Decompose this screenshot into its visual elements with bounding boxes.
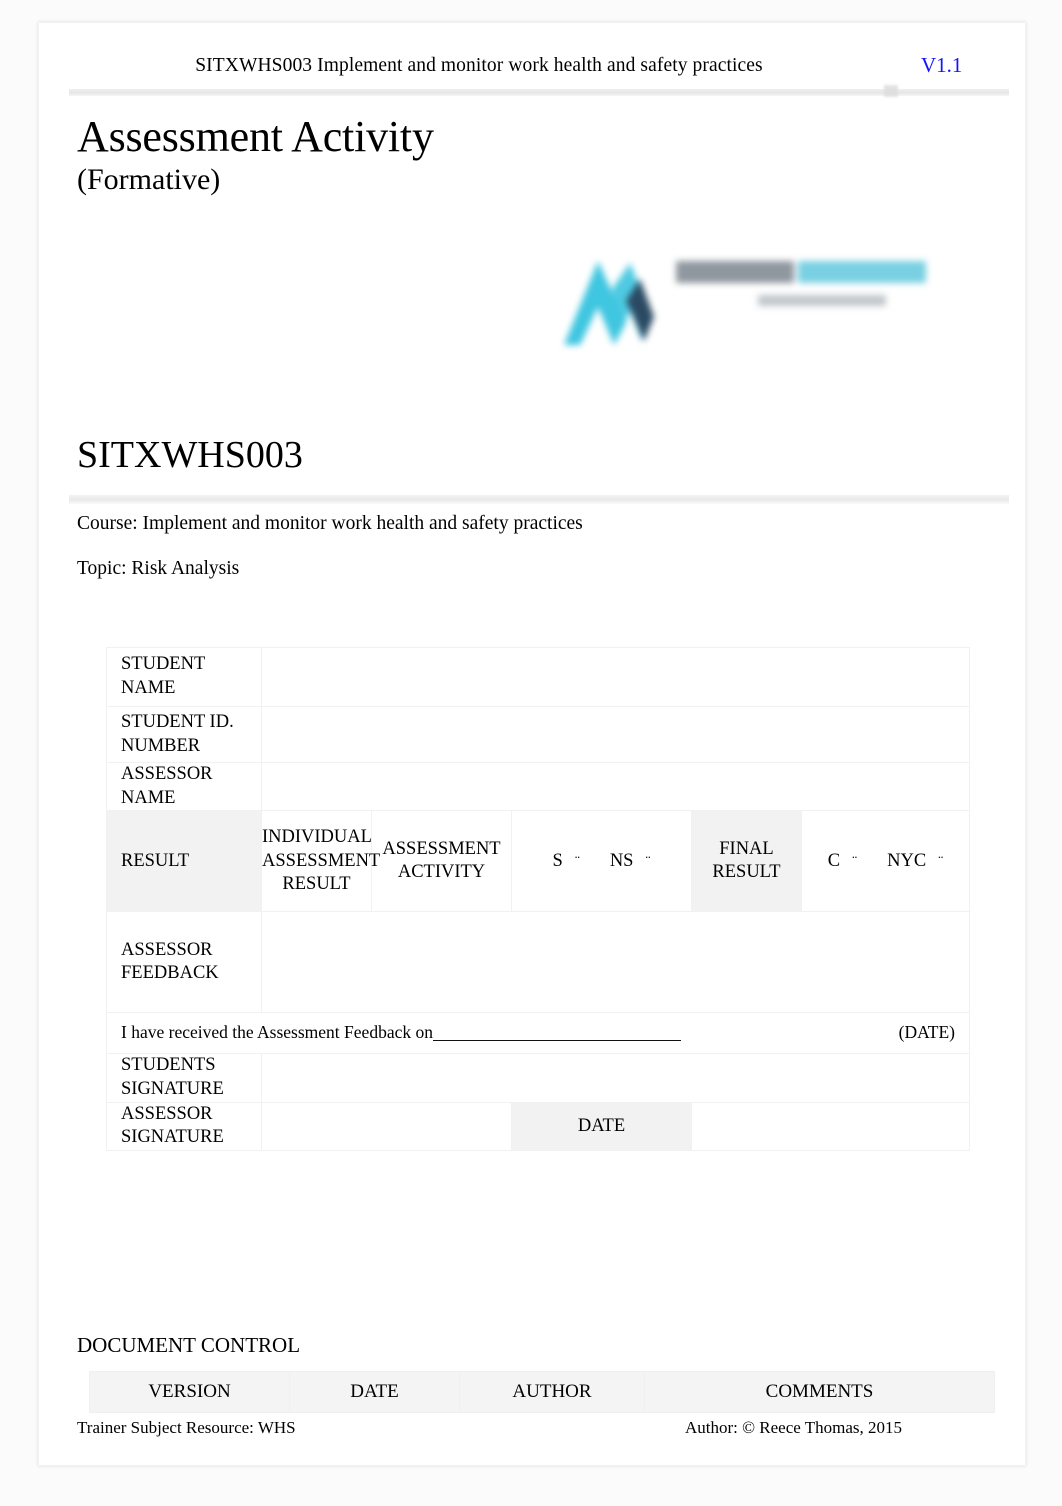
student-name-field[interactable]	[261, 647, 970, 707]
final-result-label: FINAL RESULT	[691, 810, 802, 913]
footer-resource-text: Trainer Subject Resource: WHS	[77, 1418, 296, 1437]
column-header-date: DATE	[289, 1371, 460, 1413]
assessor-name-label: ASSESSOR NAME	[106, 761, 262, 812]
satisfactory-checkbox-group: S ¨ NS ¨	[511, 810, 692, 913]
competency-checkbox-group: C ¨ NYC ¨	[801, 810, 970, 913]
result-label: RESULT	[106, 810, 262, 913]
feedback-received-date-input[interactable]	[432, 1040, 681, 1041]
ns-label: NS	[609, 850, 634, 871]
student-id-label: STUDENT ID. NUMBER	[106, 706, 262, 763]
assessment-cover-table: STUDENT NAME STUDENT ID. NUMBER ASSESSOR…	[106, 647, 970, 1152]
footer-author-text: Author: © Reece Thomas, 2015	[685, 1418, 903, 1437]
table-row-students-signature: STUDENTS SIGNATURE	[106, 1053, 970, 1103]
table-row-student-name: STUDENT NAME	[106, 647, 970, 707]
s-checkbox[interactable]: ¨	[575, 854, 580, 870]
table-row-result: RESULT INDIVIDUAL ASSESSMENT RESULT ASSE…	[106, 810, 970, 913]
assessor-signature-field[interactable]	[261, 1101, 512, 1152]
logo-wordmark	[676, 261, 926, 287]
logo-container	[526, 233, 946, 363]
table-row-assessor-feedback: ASSESSOR FEEDBACK	[106, 911, 970, 1014]
s-label: S	[552, 850, 563, 871]
assessor-date-field[interactable]	[691, 1101, 970, 1152]
assessor-name-field[interactable]	[261, 761, 970, 812]
assessor-signature-label: ASSESSOR SIGNATURE	[106, 1101, 262, 1152]
assessor-feedback-field[interactable]	[261, 911, 970, 1014]
header-unit-title: SITXWHS003 Implement and monitor work he…	[195, 55, 763, 76]
table-row-assessor-name: ASSESSOR NAME	[106, 761, 970, 812]
table-row-student-id: STUDENT ID. NUMBER	[106, 706, 970, 763]
column-header-author: AUTHOR	[459, 1371, 645, 1413]
assessment-activity-label: ASSESSMENT ACTIVITY	[371, 810, 512, 913]
document-control-table: VERSION DATE AUTHOR COMMENTS	[89, 1371, 995, 1413]
topic-line: Topic: Risk Analysis	[77, 558, 240, 579]
student-id-field[interactable]	[261, 706, 970, 763]
logo-mark-icon	[556, 255, 686, 352]
document-footer: Trainer Subject Resource: WHS Author: © …	[77, 1418, 987, 1442]
unit-code-heading: SITXWHS003	[77, 434, 303, 476]
page-background: SITXWHS003 Implement and monitor work he…	[0, 0, 1062, 1506]
nyc-checkbox[interactable]: ¨	[938, 854, 943, 870]
logo-tagline	[758, 295, 886, 306]
ns-checkbox[interactable]: ¨	[645, 854, 650, 870]
assessor-feedback-label: ASSESSOR FEEDBACK	[106, 911, 262, 1014]
c-label: C	[827, 850, 841, 871]
feedback-received-date-label: (DATE)	[898, 1022, 955, 1042]
students-signature-label: STUDENTS SIGNATURE	[106, 1053, 262, 1103]
page-title: Assessment Activity	[77, 112, 434, 161]
feedback-received-cell: (DATE) I have received the Assessment Fe…	[106, 1012, 970, 1055]
course-line: Course: Implement and monitor work healt…	[77, 513, 583, 534]
c-checkbox[interactable]: ¨	[852, 854, 857, 870]
individual-assessment-result-label: INDIVIDUAL ASSESSMENT RESULT	[261, 810, 380, 913]
table-row-feedback-received: (DATE) I have received the Assessment Fe…	[106, 1012, 970, 1055]
header-divider-nub	[884, 85, 898, 97]
header-version-label: V1.1	[921, 53, 963, 77]
table-row-assessor-signature: ASSESSOR SIGNATURE DATE	[106, 1101, 970, 1152]
column-header-version: VERSION	[89, 1371, 290, 1413]
unit-heading-divider	[69, 495, 1009, 504]
student-name-label: STUDENT NAME	[106, 647, 262, 707]
column-header-comments: COMMENTS	[644, 1371, 995, 1413]
document-page: SITXWHS003 Implement and monitor work he…	[38, 22, 1026, 1466]
feedback-received-text: I have received the Assessment Feedback …	[121, 1022, 433, 1042]
document-control-header-row: VERSION DATE AUTHOR COMMENTS	[89, 1371, 995, 1413]
students-signature-field[interactable]	[261, 1053, 970, 1103]
nyc-label: NYC	[887, 850, 927, 871]
assessor-date-label: DATE	[511, 1101, 692, 1152]
document-control-heading: DOCUMENT CONTROL	[77, 1333, 301, 1357]
page-subtitle: (Formative)	[77, 163, 221, 196]
header-divider	[69, 89, 1009, 96]
